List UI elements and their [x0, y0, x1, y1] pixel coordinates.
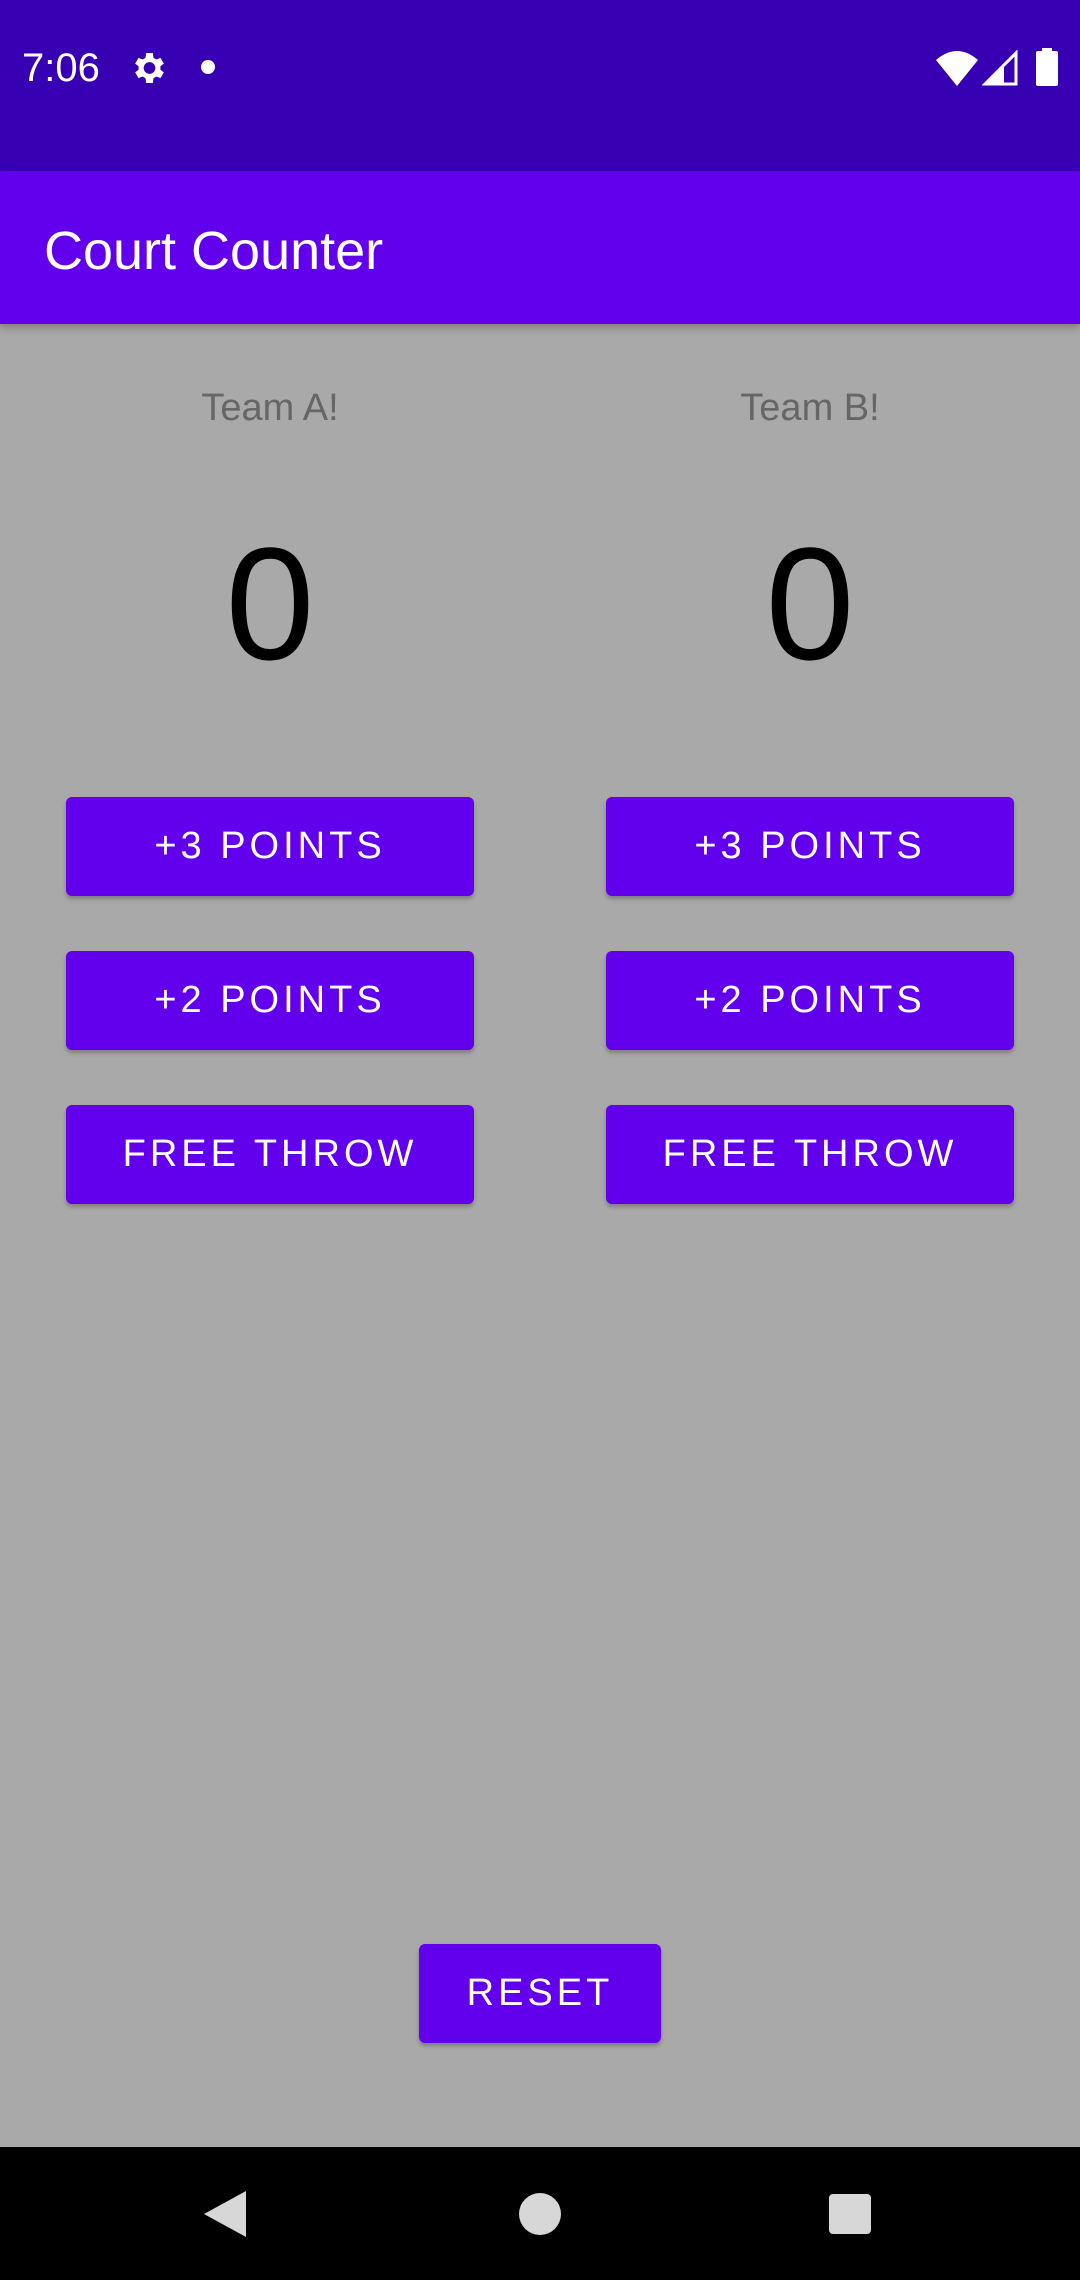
status-bar: 7:06: [0, 0, 1080, 171]
home-icon[interactable]: [519, 2193, 561, 2235]
team-b-score: 0: [765, 514, 855, 693]
team-a-panel: Team A! 0 +3 POINTS +2 POINTS FREE THROW: [0, 324, 540, 1224]
status-time: 7:06: [22, 46, 100, 90]
signal-icon: [982, 50, 1018, 86]
team-a-free-throw-button[interactable]: FREE THROW: [66, 1105, 474, 1204]
team-a-name: Team A!: [201, 387, 339, 429]
back-icon[interactable]: [204, 2191, 246, 2237]
team-a-plus-3-button[interactable]: +3 POINTS: [66, 797, 474, 896]
reset-button[interactable]: RESET: [419, 1944, 661, 2043]
team-b-name: Team B!: [740, 387, 880, 429]
recents-icon[interactable]: [829, 2194, 871, 2234]
team-b-free-throw-button[interactable]: FREE THROW: [606, 1105, 1014, 1204]
team-b-panel: Team B! 0 +3 POINTS +2 POINTS FREE THROW: [540, 324, 1080, 1224]
team-b-plus-2-button[interactable]: +2 POINTS: [606, 951, 1014, 1050]
gear-icon: [135, 53, 164, 83]
wifi-icon: [936, 51, 978, 86]
app-title: Court Counter: [44, 221, 384, 281]
team-a-plus-2-button[interactable]: +2 POINTS: [66, 951, 474, 1050]
navigation-bar: [0, 2147, 1080, 2280]
battery-icon: [1036, 48, 1058, 86]
notification-dot-icon: [201, 60, 215, 74]
team-a-score: 0: [225, 514, 315, 693]
team-b-plus-3-button[interactable]: +3 POINTS: [606, 797, 1014, 896]
app-bar: Court Counter: [0, 171, 1080, 324]
